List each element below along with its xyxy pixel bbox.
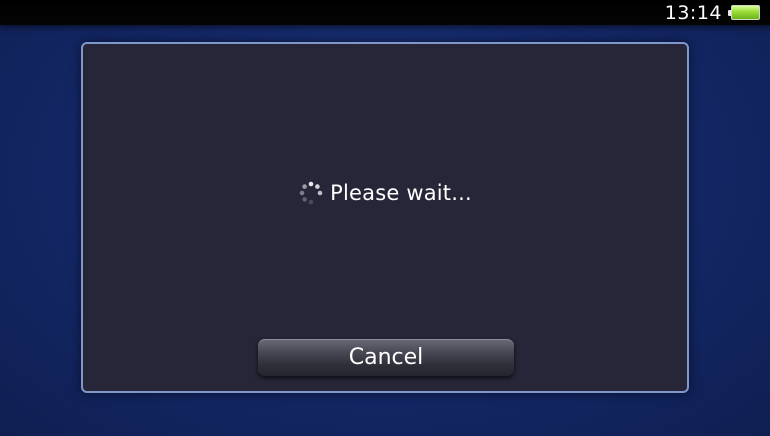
battery-icon [728,5,760,20]
please-wait-text: Please wait... [330,181,472,205]
wait-dialog: Please wait... Cancel [81,42,689,393]
loading-spinner-icon [298,180,324,206]
clock: 13:14 [664,2,722,24]
dialog-message-row: Please wait... [83,180,687,206]
status-bar: 13:14 [0,0,770,25]
cancel-button[interactable]: Cancel [258,339,514,376]
